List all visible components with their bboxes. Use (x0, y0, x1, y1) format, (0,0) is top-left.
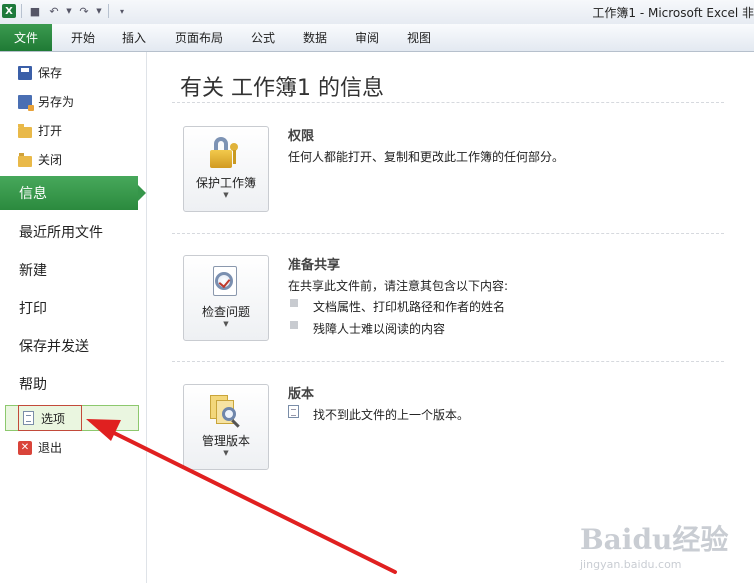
options-highlight-box[interactable]: 选项 (18, 405, 82, 431)
permissions-text: 任何人都能打开、复制和更改此工作簿的任何部分。 (288, 150, 565, 164)
tab-home[interactable]: 开始 (71, 24, 95, 51)
customize-toolbar-icon[interactable]: ▾ (114, 3, 130, 19)
chevron-down-icon: ▼ (223, 449, 229, 457)
bullet-icon (290, 321, 298, 329)
sidebar-item-recent[interactable]: 最近所用文件 (19, 222, 103, 242)
sidebar-item-print[interactable]: 打印 (19, 298, 47, 318)
close-folder-icon (18, 152, 32, 167)
watermark-logo-text: Baidu经验 (580, 523, 729, 556)
undo-dropdown-icon[interactable]: ▼ (65, 3, 73, 19)
baidu-watermark: Baidu经验 jingyan.baidu.com (580, 518, 750, 578)
save-as-icon (18, 94, 34, 111)
button-label: 管理版本 (201, 434, 250, 448)
versions-title: 版本 (288, 387, 315, 402)
sidebar-item-save-as[interactable]: 另存为 (18, 93, 75, 111)
excel-app-icon[interactable]: X (2, 4, 16, 18)
document-icon (288, 405, 299, 418)
save-icon[interactable]: ■ (27, 3, 43, 19)
manage-versions-icon (208, 395, 242, 428)
tab-data[interactable]: 数据 (303, 24, 327, 51)
sidebar-item-help[interactable]: 帮助 (19, 374, 47, 394)
divider (172, 233, 724, 234)
chevron-down-icon: ▼ (223, 191, 229, 199)
open-folder-icon (18, 123, 32, 138)
button-label: 检查问题 (201, 305, 250, 319)
sidebar-item-label: 保存 (38, 66, 63, 80)
versions-text: 找不到此文件的上一个版本。 (313, 408, 470, 422)
ribbon-tab-bar: 文件 开始 插入 页面布局 公式 数据 审阅 视图 (0, 24, 754, 52)
sidebar-item-label: 另存为 (38, 95, 75, 109)
sidebar-item-save-send[interactable]: 保存并发送 (19, 336, 89, 356)
sidebar-item-info[interactable]: 信息 (0, 176, 146, 210)
sidebar-item-save[interactable]: 保存 (18, 64, 62, 81)
tab-view[interactable]: 视图 (407, 24, 431, 51)
prepare-sharing-title: 准备共享 (288, 258, 341, 273)
list-item: 残障人士难以阅读的内容 (313, 322, 446, 336)
prepare-sharing-text: 在共享此文件前，请注意其包含以下内容: (288, 279, 509, 293)
backstage-sidebar: 保存 另存为 打开 关闭 信息 最近所用文件 新建 打印 保存并发送 帮助 选项… (0, 52, 147, 583)
title-bar: X ■ ↶ ▼ ↷ ▼ ▾ 工作簿1 - Microsoft Excel 非 (0, 0, 754, 24)
redo-icon[interactable]: ↷ (76, 3, 92, 19)
qat-separator (21, 4, 22, 18)
divider (172, 102, 724, 103)
sidebar-item-label: 选项 (41, 411, 66, 426)
sidebar-item-label: 打开 (38, 124, 63, 138)
sidebar-item-open[interactable]: 打开 (18, 122, 62, 139)
watermark-url: jingyan.baidu.com (580, 558, 682, 571)
protect-workbook-button[interactable]: 保护工作簿 ▼ (183, 126, 269, 212)
lock-key-icon (209, 137, 241, 171)
sidebar-item-options[interactable]: 选项 (5, 405, 139, 431)
window-title: 工作簿1 - Microsoft Excel 非 (592, 6, 754, 20)
sidebar-item-label: 退出 (38, 441, 63, 455)
tab-file[interactable]: 文件 (0, 24, 52, 51)
bullet-icon (290, 299, 298, 307)
exit-icon: ✕ (18, 440, 32, 455)
button-label: 保护工作簿 (195, 176, 256, 190)
sidebar-item-close[interactable]: 关闭 (18, 151, 62, 168)
tab-insert[interactable]: 插入 (122, 24, 146, 51)
tab-review[interactable]: 审阅 (355, 24, 379, 51)
sidebar-item-label: 关闭 (38, 153, 63, 167)
quick-access-toolbar: X ■ ↶ ▼ ↷ ▼ ▾ (2, 3, 130, 19)
page-title: 有关 工作簿1 的信息 (180, 76, 384, 101)
divider (172, 361, 724, 362)
tab-page-layout[interactable]: 页面布局 (175, 24, 223, 51)
permissions-title: 权限 (288, 129, 315, 144)
check-for-issues-button[interactable]: 检查问题 ▼ (183, 255, 269, 341)
redo-dropdown-icon[interactable]: ▼ (95, 3, 103, 19)
inspect-document-icon (211, 266, 239, 298)
tab-formulas[interactable]: 公式 (251, 24, 275, 51)
list-item: 文档属性、打印机路径和作者的姓名 (313, 300, 506, 314)
sidebar-item-new[interactable]: 新建 (19, 260, 47, 280)
qat-separator (108, 4, 109, 18)
sidebar-item-exit[interactable]: ✕ 退出 (18, 439, 62, 456)
chevron-down-icon: ▼ (223, 320, 229, 328)
options-icon (23, 411, 34, 425)
undo-icon[interactable]: ↶ (46, 3, 62, 19)
save-icon (18, 65, 32, 80)
manage-versions-button[interactable]: 管理版本 ▼ (183, 384, 269, 470)
